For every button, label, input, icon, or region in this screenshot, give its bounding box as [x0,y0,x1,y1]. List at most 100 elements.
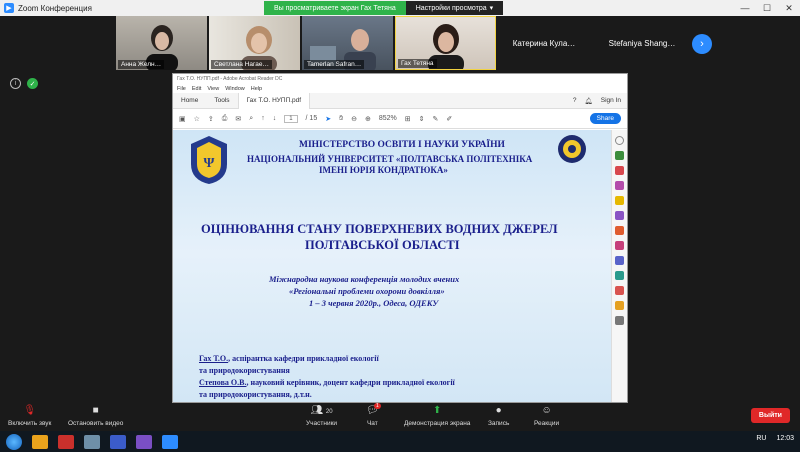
participant-name: Stefaniya Shang… [608,38,676,48]
shared-screen-acrobat: Гах Т.О. НУПП.pdf - Adobe Acrobat Reader… [172,73,628,403]
participants-button[interactable]: 👥︎ 20 Участники [306,405,337,427]
conference-theme: «Регіональні проблеми охорони довкілля» [289,286,445,296]
more-tools-icon[interactable] [615,301,624,310]
chevron-down-icon: ▾ [489,5,494,12]
participants-count: 20 [325,409,333,415]
comment-icon[interactable]: ✎ [433,115,439,123]
print-icon[interactable]: ⎙ [222,115,228,123]
save-icon[interactable]: ▣ [179,115,186,123]
participant-name: Гах Тетяна [398,59,437,68]
fit-page-icon[interactable]: ⊞ [405,115,411,123]
page-number-input[interactable]: 1 [284,114,298,123]
record-label: Запись [488,420,510,427]
leave-meeting-button[interactable]: Выйти [750,408,790,423]
acrobat-tools-rail [611,130,627,402]
clock[interactable]: 12:03 [776,435,794,442]
meeting-controls: 🎙︎ Включить звук ■ Остановить видео 👥︎ 2… [0,403,800,431]
title-bar: ▶ Zoom Конференция Вы просматриваете экр… [0,0,800,16]
author-2-role: , науковий керівник, доцент кафедри прик… [246,378,455,387]
zoom-taskbar-icon[interactable] [162,434,178,449]
menu-edit[interactable]: Edit [192,86,201,92]
scroll-mode-icon[interactable]: ⇕ [419,115,425,123]
optimize-icon[interactable] [615,271,624,280]
tab-home[interactable]: Home [173,93,206,109]
author-2-name: Степова О.В. [199,378,247,387]
next-page-arrow-icon[interactable]: › [692,34,712,54]
prev-page-icon[interactable]: ↑ [261,115,265,122]
info-icon[interactable]: i [10,78,21,89]
zoom-search-icon[interactable] [615,136,624,145]
cursor-icon[interactable]: ➤ [325,115,331,123]
highlight-icon[interactable]: ✐ [446,115,452,123]
bell-icon[interactable]: 🔔︎ [584,97,592,105]
menu-help[interactable]: Help [251,86,262,92]
chat-button[interactable]: 💬︎ 1 Чат [366,403,381,427]
language-indicator[interactable]: RU [756,435,766,442]
meeting-status-icons: i ✓ [10,78,38,89]
send-for-signature-icon[interactable] [615,286,624,295]
organize-pages-icon[interactable] [615,226,624,235]
paper-title-line2: ПОЛТАВСЬКОЇ ОБЛАСТІ [305,238,460,252]
view-options-button[interactable]: Настройки просмотра ▾ [405,1,504,15]
participant-tile[interactable]: Светлана Нагае… [209,16,300,70]
record-button[interactable]: ● Запись [488,405,509,427]
bookmark-star-icon[interactable]: ☆ [194,115,200,123]
export-pdf-icon[interactable] [615,151,624,160]
protect-icon[interactable] [615,256,624,265]
tab-document[interactable]: Гах Т.О. НУПП.pdf [237,92,311,109]
author-1-dept: та природокористування [199,366,290,375]
search-icon[interactable]: ⌕ [249,115,253,123]
tab-tools[interactable]: Tools [206,93,237,109]
participant-name: Катерина Кула… [512,38,576,48]
video-camera-icon: ■ [92,405,99,416]
comment-tool-icon[interactable] [615,196,624,205]
start-button[interactable] [6,433,22,450]
participant-tile[interactable]: Stefaniya Shang… [592,16,692,70]
chrome-icon[interactable] [32,434,48,449]
edit-pdf-icon[interactable] [615,181,624,190]
unmute-button[interactable]: 🎙︎ Включить звук [8,405,51,427]
ministry-heading: МІНІСТЕРСТВО ОСВІТИ І НАУКИ УКРАЇНИ [299,140,505,150]
create-pdf-icon[interactable] [615,166,624,175]
hand-icon[interactable]: ✋︎ [339,115,343,123]
zoom-out-icon[interactable]: ⊖ [351,115,357,123]
share-button[interactable]: Share [589,113,621,124]
share-screen-button[interactable]: ⬆ Демонстрация экрана [404,405,470,427]
next-page-icon[interactable]: ↓ [273,115,277,122]
word-icon[interactable] [110,434,126,449]
combine-files-icon[interactable] [615,211,624,220]
reactions-label: Реакции [534,420,560,427]
menu-window[interactable]: Window [225,86,245,92]
zoom-in-icon[interactable]: ⊕ [365,115,371,123]
stop-video-button[interactable]: ■ Остановить видео [68,405,123,427]
explorer-icon[interactable] [84,434,100,449]
menu-view[interactable]: View [207,86,219,92]
upload-icon[interactable]: ⇪ [208,115,214,123]
email-icon[interactable]: ✉ [235,115,241,123]
help-icon[interactable]: ? [573,97,577,104]
university-name-line2: ІМЕНІ ЮРІЯ КОНДРАТЮКА» [319,165,448,175]
svg-text:Ψ: Ψ [204,156,215,171]
shield-icon[interactable]: ✓ [27,78,38,89]
participant-tile[interactable]: Tamerlan Safran… [302,16,393,70]
zoom-level[interactable]: 852% [379,115,397,122]
author-1: Гах Т.О., аспірантка кафедри прикладної … [199,354,379,363]
participant-tile[interactable]: Катерина Кула… [498,16,590,70]
viber-icon[interactable] [136,434,152,449]
minimize-button[interactable]: — [734,0,756,16]
maximize-button[interactable]: ☐ [756,0,778,16]
video-strip: Анна Желн… Светлана Нагае… Tamerlan Safr… [0,16,800,72]
sign-in-link[interactable]: Sign In [601,97,621,104]
fill-sign-icon[interactable] [615,241,624,250]
close-button[interactable]: ✕ [778,0,800,16]
author-2-dept: та природокористування, д.т.н. [199,390,312,399]
university-seal-logo [558,135,586,163]
share-banner: Вы просматриваете экран Гах Тетяна Настр… [264,1,504,15]
reactions-button[interactable]: ☺ Реакции [534,405,559,427]
participant-tile-active[interactable]: Гах Тетяна [395,16,496,70]
wrench-icon[interactable] [615,316,624,325]
menu-file[interactable]: File [177,86,186,92]
acrobat-taskbar-icon[interactable] [58,434,74,449]
view-options-label: Настройки просмотра [415,4,487,12]
participant-tile[interactable]: Анна Желн… [116,16,207,70]
